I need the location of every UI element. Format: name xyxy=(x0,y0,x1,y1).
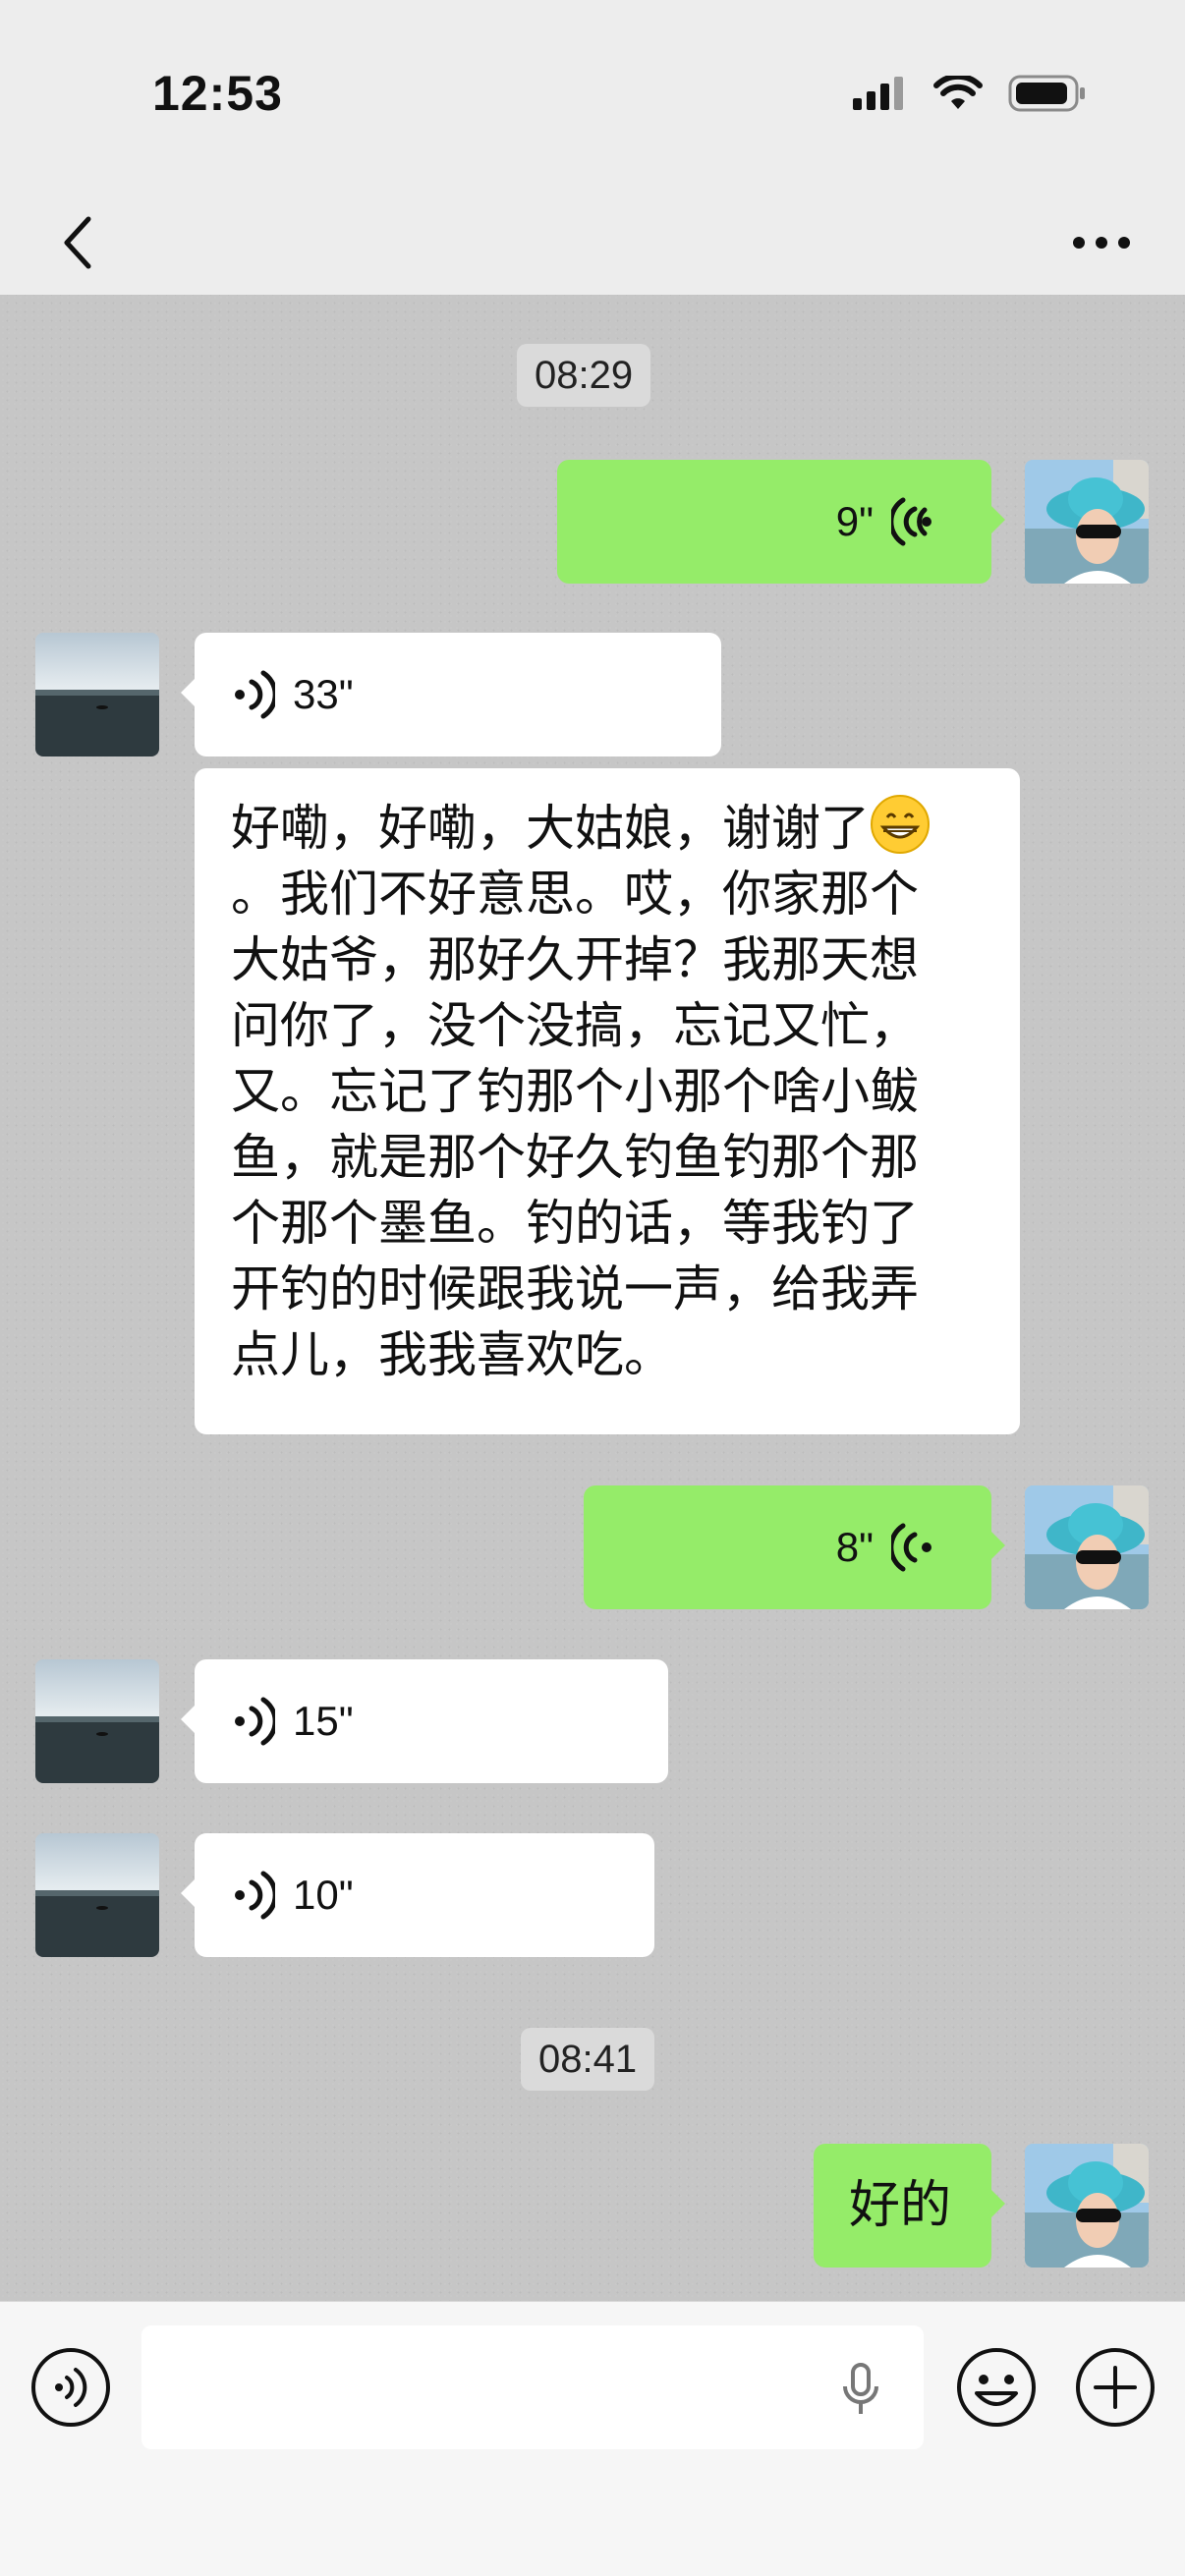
contact-avatar[interactable] xyxy=(35,1659,159,1783)
voice-wave-icon xyxy=(891,1523,931,1572)
timestamp: 08:41 xyxy=(521,2028,655,2091)
input-bar xyxy=(0,2301,1185,2576)
wifi-icon xyxy=(933,76,983,109)
back-button[interactable] xyxy=(39,198,118,287)
voice-message-in[interactable]: 15" xyxy=(181,1659,668,1783)
message-line: 鱼，就是那个好久钓鱼钓那个那 xyxy=(231,1129,919,1186)
contact-avatar[interactable] xyxy=(35,1833,159,1957)
message-line: 好嘞，好嘞，大姑娘，谢谢了 xyxy=(231,800,870,857)
voice-message-in[interactable]: 33" xyxy=(181,633,721,756)
my-avatar[interactable] xyxy=(1025,1485,1149,1609)
message-line: 开钓的时候跟我说一声，给我弄 xyxy=(231,1260,919,1317)
message-line: 大姑爷，那好久开掉？我那天想 xyxy=(231,931,919,988)
text-message-out[interactable]: 好的 xyxy=(814,2144,1005,2268)
voice-duration: 9" xyxy=(835,498,874,544)
emoji-button[interactable] xyxy=(955,2346,1038,2429)
my-avatar[interactable] xyxy=(1025,2144,1149,2268)
voice-duration: 10" xyxy=(293,1872,354,1918)
message-text: 好嘞，好嘞，大姑娘，谢谢了 。我们不好意思。哎，你家那个 大姑爷，那好久开掉？我… xyxy=(231,794,978,1388)
timestamp: 08:29 xyxy=(517,344,651,407)
chat-area[interactable]: 08:29 9" 33" 好嘞，好嘞，大姑娘，谢谢了 。我们不好意思。哎，你家那… xyxy=(0,295,1185,2301)
voice-message-in[interactable]: 10" xyxy=(181,1833,654,1957)
microphone-icon[interactable] xyxy=(841,2363,880,2416)
chevron-left-icon xyxy=(64,216,91,269)
grinning-face-emoji xyxy=(871,795,930,854)
message-line: 个那个墨鱼。钓的话，等我钓了 xyxy=(231,1195,919,1252)
voice-duration: 8" xyxy=(835,1524,874,1570)
plus-button[interactable] xyxy=(1074,2346,1157,2429)
status-time: 12:53 xyxy=(152,66,283,121)
message-line: 又。忘记了钓那个小那个啥小鲅 xyxy=(231,1063,919,1120)
voice-wave-icon xyxy=(891,497,931,546)
status-bar: 12:53 xyxy=(0,0,1185,187)
voice-message-out[interactable]: 8" xyxy=(584,1485,1005,1609)
more-dots-icon xyxy=(1073,237,1130,249)
message-input[interactable] xyxy=(141,2325,924,2449)
voice-wave-icon xyxy=(235,670,275,719)
plus-icon xyxy=(1076,2348,1155,2427)
contact-avatar[interactable] xyxy=(35,633,159,756)
voice-duration: 15" xyxy=(293,1698,354,1744)
voice-mode-icon xyxy=(31,2348,110,2427)
status-icons xyxy=(853,69,1087,118)
voice-wave-icon xyxy=(235,1697,275,1746)
voice-wave-icon xyxy=(235,1871,275,1920)
voice-message-out[interactable]: 9" xyxy=(557,460,1005,584)
nav-bar xyxy=(0,187,1185,295)
message-line: 。我们不好意思。哎，你家那个 xyxy=(231,866,919,923)
battery-icon xyxy=(1008,75,1085,112)
text-message-in[interactable]: 好嘞，好嘞，大姑娘，谢谢了 。我们不好意思。哎，你家那个 大姑爷，那好久开掉？我… xyxy=(195,768,1020,1434)
more-button[interactable] xyxy=(1057,198,1146,287)
voice-duration: 33" xyxy=(293,671,354,717)
signal-icon xyxy=(853,77,903,110)
message-text: 好的 xyxy=(849,2176,952,2235)
voice-mode-button[interactable] xyxy=(29,2346,112,2429)
message-line: 问你了，没个没搞，忘记又忙， xyxy=(231,997,919,1054)
my-avatar[interactable] xyxy=(1025,460,1149,584)
message-line: 点儿，我我喜欢吃。 xyxy=(231,1326,673,1383)
emoji-icon xyxy=(957,2348,1036,2427)
